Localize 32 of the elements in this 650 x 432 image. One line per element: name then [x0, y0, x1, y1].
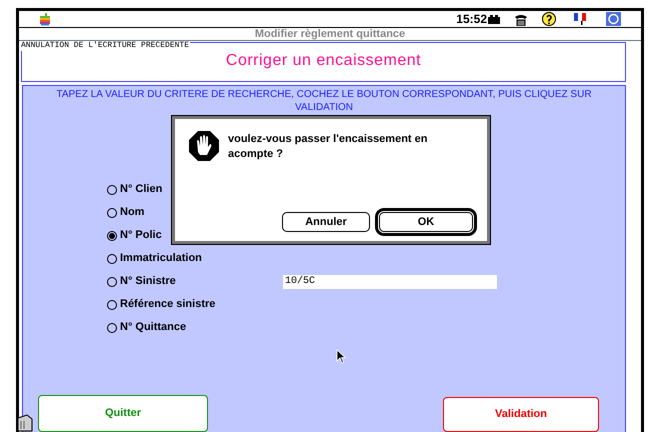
stop-hand-icon — [189, 131, 219, 161]
apple-icon[interactable] — [39, 12, 51, 26]
radio-option[interactable]: Nom — [107, 204, 283, 221]
instructions: TAPEZ LA VALEUR DU CRITERE DE RECHERCHE, COCHEZ LE BOUTON CORRESPONDANT, PUIS CLIQUEZ SUR VALIDATION — [55, 88, 593, 114]
battery-icon — [488, 14, 500, 24]
radio-button[interactable] — [107, 254, 117, 264]
header-title: Corriger un encaissement — [226, 53, 422, 69]
cancel-button[interactable]: Annuler — [282, 212, 370, 232]
radio-option[interactable]: N° Quittance — [107, 319, 283, 336]
quit-button[interactable]: Quitter — [38, 395, 208, 432]
radio-option[interactable]: N° Sinistre — [107, 273, 283, 290]
radio-button[interactable] — [107, 208, 117, 218]
app-icon[interactable] — [606, 12, 621, 26]
search-field[interactable]: 10/5C — [283, 274, 497, 288]
flag-icon[interactable] — [574, 13, 586, 25]
alert-message: voulez-vous passer l'encaissement en acompte ? — [228, 132, 428, 162]
window-title: Modifier règlement quittance — [254, 28, 406, 40]
radio-option[interactable]: Immatriculation — [107, 250, 283, 267]
radio-option[interactable]: Référence sinistre — [107, 296, 283, 313]
radio-button[interactable] — [107, 230, 117, 240]
radio-button[interactable] — [107, 300, 117, 310]
help-icon[interactable] — [542, 12, 556, 26]
radio-button[interactable] — [107, 184, 117, 194]
radio-button[interactable] — [107, 322, 117, 332]
radio-option[interactable]: N° Clien — [107, 181, 283, 198]
radio-option[interactable]: N° Polic — [107, 227, 283, 244]
radio-button[interactable] — [107, 276, 117, 286]
header-caption: ANNULATION DE L'ECRITURE PRECEDENTE — [21, 41, 190, 51]
cursor-icon — [336, 349, 346, 364]
clock: 15:52 — [456, 11, 487, 28]
telephone-icon[interactable] — [514, 12, 528, 26]
validate-button[interactable]: Validation — [443, 397, 599, 432]
